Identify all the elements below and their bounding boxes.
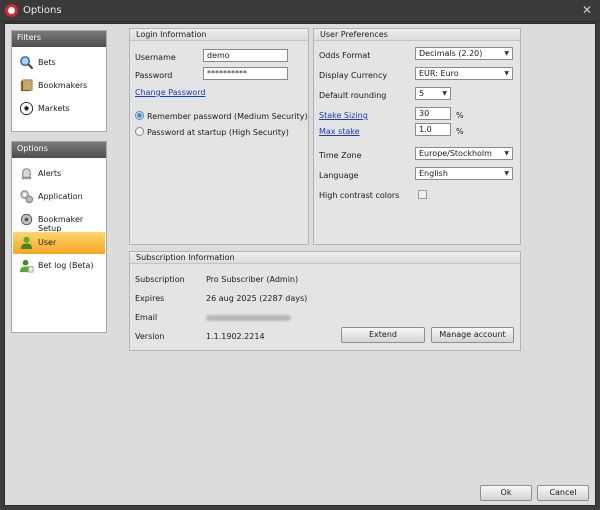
display-currency-value: EUR: Euro <box>419 69 459 78</box>
stake-sizing-unit: % <box>456 111 464 120</box>
alert-icon <box>21 168 32 180</box>
books-icon <box>20 79 33 92</box>
subscription-label: Subscription <box>135 275 185 284</box>
odds-format-label: Odds Format <box>319 51 371 60</box>
sidebar-item-label: Bets <box>38 58 56 67</box>
default-rounding-label: Default rounding <box>319 91 387 100</box>
sidebar-item-alerts[interactable]: Alerts <box>13 163 105 185</box>
user-icon <box>20 236 33 250</box>
language-value: English <box>419 169 448 178</box>
default-rounding-select[interactable]: 5 ▼ <box>415 87 451 100</box>
stake-sizing-link[interactable]: Stake Sizing <box>319 111 368 120</box>
language-label: Language <box>319 171 359 180</box>
sidebar-item-bookmaker-setup[interactable]: Bookmaker Setup <box>13 209 105 233</box>
max-stake-unit: % <box>456 127 464 136</box>
expires-label: Expires <box>135 294 165 303</box>
high-contrast-label: High contrast colors <box>319 191 400 200</box>
sidebar-item-bookmakers[interactable]: Bookmakers <box>13 75 105 97</box>
password-at-startup-label: Password at startup (High Security) <box>147 128 289 137</box>
sidebar-item-application[interactable]: Application <box>13 186 105 208</box>
filters-header: Filters <box>12 31 106 47</box>
high-contrast-checkbox[interactable] <box>418 190 427 199</box>
sidebar-item-label: Alerts <box>38 169 62 178</box>
chevron-down-icon: ▼ <box>504 70 509 77</box>
email-label: Email <box>135 313 158 322</box>
options-panel: Options Alerts Application Bookmaker Set… <box>11 141 107 333</box>
chevron-down-icon: ▼ <box>504 150 509 157</box>
user-preferences-group: User Preferences Odds Format Decimals (2… <box>313 28 521 245</box>
subscription-value: Pro Subscriber (Admin) <box>206 275 299 284</box>
subscription-information-group: Subscription Information Subscription Pr… <box>129 251 521 351</box>
max-stake-field[interactable]: 1.0 <box>415 123 451 136</box>
max-stake-link[interactable]: Max stake <box>319 127 360 136</box>
dialog-body: Filters Bets Bookmakers Markets Options … <box>4 23 596 506</box>
username-field[interactable]: demo <box>203 49 288 62</box>
odds-format-value: Decimals (2.20) <box>419 49 483 58</box>
sidebar-item-label: Markets <box>38 104 70 113</box>
log-icon <box>19 259 34 273</box>
setup-icon <box>20 213 33 226</box>
soccer-ball-icon <box>19 101 34 116</box>
filters-panel: Filters Bets Bookmakers Markets <box>11 30 107 132</box>
version-label: Version <box>135 332 165 341</box>
gears-icon <box>20 190 34 204</box>
password-at-startup-radio[interactable] <box>135 127 144 136</box>
ok-button[interactable]: Ok <box>480 485 532 501</box>
remember-password-radio[interactable] <box>135 111 144 120</box>
group-title: Subscription Information <box>130 252 520 264</box>
title-bar[interactable]: Options ✕ <box>0 0 600 22</box>
window-title: Options <box>23 5 62 16</box>
cancel-button[interactable]: Cancel <box>537 485 589 501</box>
language-select[interactable]: English ▼ <box>415 167 513 180</box>
sidebar-item-user[interactable]: User <box>13 232 105 254</box>
chevron-down-icon: ▼ <box>504 50 509 57</box>
username-label: Username <box>135 53 176 62</box>
password-field[interactable]: ********** <box>203 67 288 80</box>
change-password-link[interactable]: Change Password <box>135 88 206 97</box>
options-window: Options ✕ Filters Bets Bookmakers Market… <box>0 0 600 510</box>
stake-sizing-field[interactable]: 30 <box>415 107 451 120</box>
sidebar-item-label: Bookmaker Setup <box>38 215 84 233</box>
magnifier-icon <box>20 56 34 70</box>
sidebar-item-bet-log[interactable]: Bet log (Beta) <box>13 255 105 277</box>
display-currency-label: Display Currency <box>319 71 388 80</box>
default-rounding-value: 5 <box>419 89 425 98</box>
options-header: Options <box>12 142 106 158</box>
time-zone-value: Europe/Stockholm <box>419 149 492 158</box>
sidebar-item-label: Application <box>38 192 83 201</box>
sidebar-item-label: User <box>38 238 57 247</box>
time-zone-label: Time Zone <box>319 151 362 160</box>
chevron-down-icon: ▼ <box>442 90 447 97</box>
odds-format-select[interactable]: Decimals (2.20) ▼ <box>415 47 513 60</box>
sidebar-item-bets[interactable]: Bets <box>13 52 105 74</box>
password-label: Password <box>135 71 173 80</box>
remember-password-label: Remember password (Medium Security) <box>147 112 308 121</box>
close-icon[interactable]: ✕ <box>582 3 592 17</box>
display-currency-select[interactable]: EUR: Euro ▼ <box>415 67 513 80</box>
expires-value: 26 aug 2025 (2287 days) <box>206 294 308 303</box>
sidebar-item-label: Bookmakers <box>38 81 88 90</box>
chevron-down-icon: ▼ <box>504 170 509 177</box>
group-title: Login Information <box>130 29 308 41</box>
time-zone-select[interactable]: Europe/Stockholm ▼ <box>415 147 513 160</box>
group-title: User Preferences <box>314 29 520 41</box>
sidebar-item-markets[interactable]: Markets <box>13 98 105 120</box>
extend-button[interactable]: Extend <box>341 327 425 343</box>
sidebar-item-label: Bet log (Beta) <box>38 261 94 270</box>
email-value-redacted <box>206 315 291 321</box>
app-logo-icon <box>5 4 18 17</box>
manage-account-button[interactable]: Manage account <box>431 327 514 343</box>
version-value: 1.1.1902.2214 <box>206 332 265 341</box>
login-information-group: Login Information Username demo Password… <box>129 28 309 245</box>
